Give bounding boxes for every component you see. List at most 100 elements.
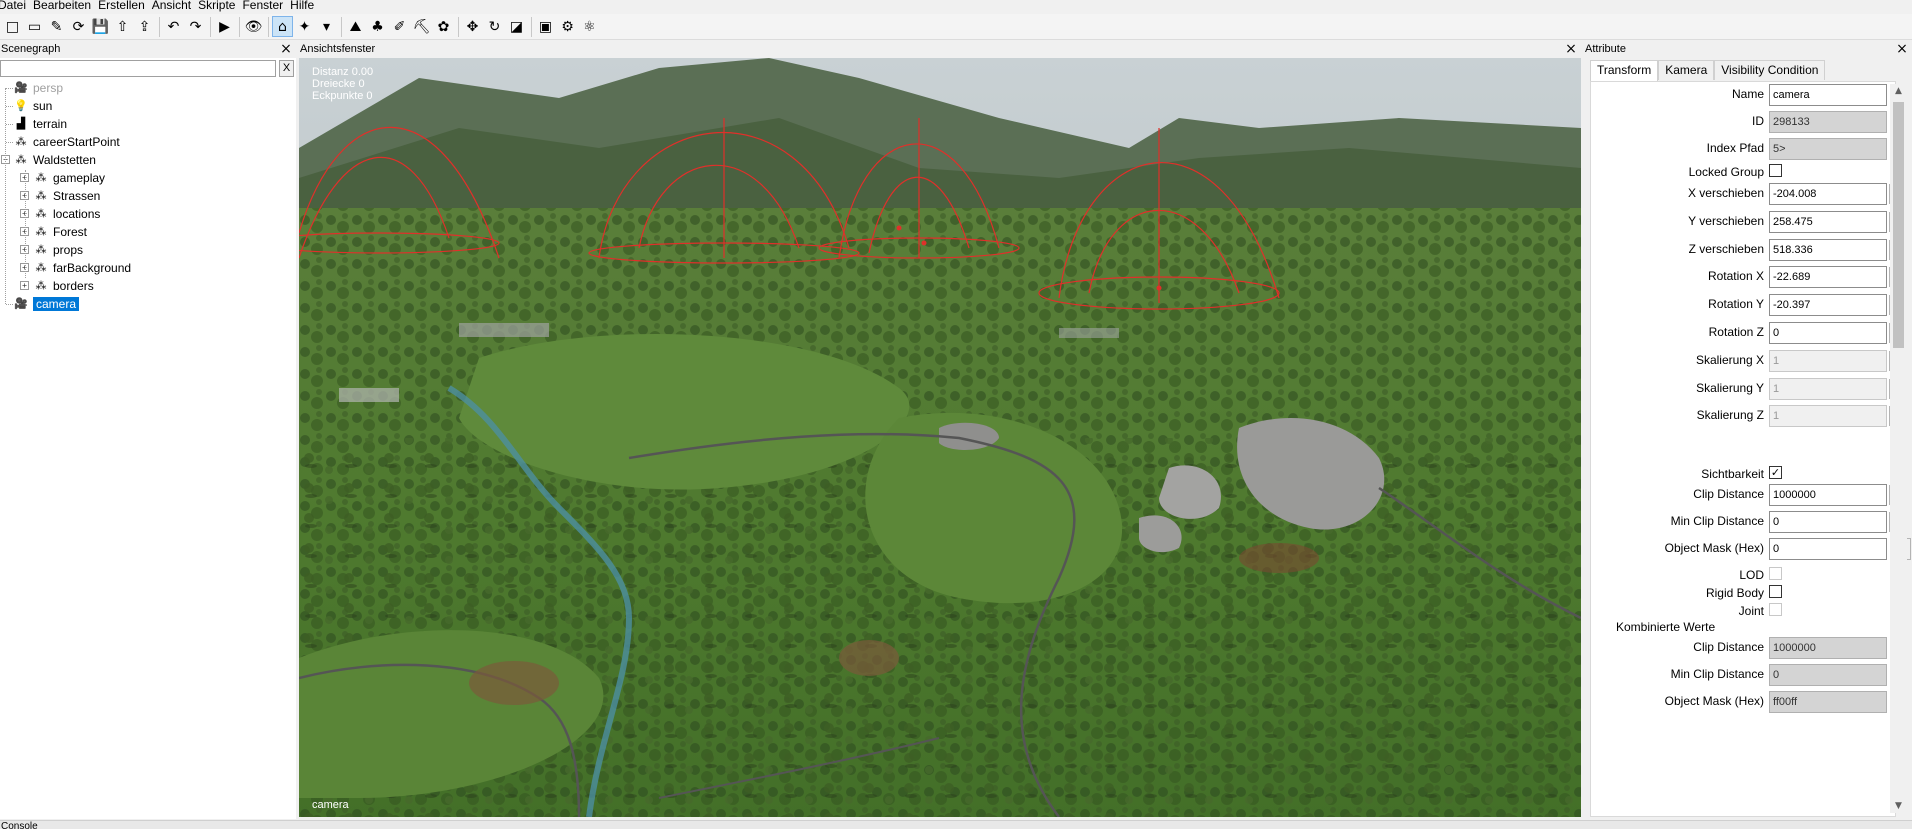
skalierung-x-field[interactable]: 1 — [1769, 350, 1887, 372]
tree-node-gameplay[interactable]: ⁂ gameplay — [33, 169, 106, 186]
tree-node-forest[interactable]: ⁂ Forest — [33, 223, 88, 240]
tree-node-strassen[interactable]: ⁂ Strassen — [33, 187, 101, 204]
locked-group-checkbox[interactable] — [1769, 164, 1782, 177]
gear-tool-icon[interactable]: ⚙ — [557, 16, 578, 37]
dropdown-arrow-icon[interactable]: ▾ — [316, 16, 337, 37]
visibility-eye-icon[interactable]: 👁 — [243, 16, 264, 37]
export-icon[interactable]: ⇧ — [112, 16, 133, 37]
play-icon[interactable]: ▶ — [214, 16, 235, 37]
edit-file-icon[interactable]: ✎ — [46, 16, 67, 37]
placement-paint-icon[interactable]: ✿ — [433, 16, 454, 37]
tree-connector — [5, 88, 6, 304]
x-verschieben-field[interactable]: -204.008 — [1769, 183, 1887, 205]
save-icon[interactable]: 💾 — [90, 16, 111, 37]
3d-viewport[interactable]: Distanz 0.00 Dreiecke 0 Eckpunkte 0 came… — [299, 58, 1581, 817]
tree-node-label[interactable]: borders — [53, 279, 94, 293]
reload-icon[interactable]: ⟳ — [68, 16, 89, 37]
viewport-close-icon[interactable]: × — [1564, 41, 1578, 58]
decal-paint-icon[interactable]: ✐ — [389, 16, 410, 37]
visibility-label: Sichtbarkeit — [1701, 467, 1764, 481]
main-toolbar: □ ▭ ✎ ⟳ 💾 ⇧ ⇪ ↶ ↷ ▶ 👁 ⌂ ✦ ▾ ⛰ ♣ ✐ ⛏ ✿ ✥ ↻ ◪ ▣ ⚙ ⚛ — [0, 14, 1912, 40]
scroll-up-icon[interactable]: ▲ — [1890, 84, 1907, 98]
tree-node-locations[interactable]: ⁂ locations — [33, 205, 101, 222]
row-index-path: Index Pfad 5> — [1591, 138, 1897, 160]
foliage-paint-icon[interactable]: ♣ — [367, 16, 388, 37]
object-mask-field[interactable]: 0 — [1769, 538, 1887, 560]
tree-node-terrain[interactable]: ▟ terrain — [13, 115, 67, 132]
menu-fenster[interactable]: Fenster — [242, 0, 290, 12]
scroll-down-icon[interactable]: ▼ — [1890, 799, 1907, 813]
menu-erstellen[interactable]: Erstellen — [98, 0, 152, 12]
tab-visibility-condition[interactable]: Visibility Condition — [1714, 60, 1826, 80]
tab-transform[interactable]: Transform — [1590, 60, 1659, 81]
tree-node-label[interactable]: Waldstetten — [33, 153, 96, 167]
tree-node-persp[interactable]: 🎥 persp — [13, 79, 63, 96]
rotation-y-field[interactable]: -20.397 — [1769, 294, 1887, 316]
attribute-close-icon[interactable]: × — [1895, 41, 1909, 58]
visibility-checkbox[interactable]: ✓ — [1769, 466, 1782, 479]
terrain-paint-icon[interactable]: ⛰ — [345, 16, 366, 37]
menu-datei[interactable]: Datei — [0, 0, 33, 12]
console-panel-title[interactable]: Console — [0, 820, 1912, 829]
rigid-body-checkbox[interactable] — [1769, 585, 1782, 598]
open-file-icon[interactable]: ▭ — [24, 16, 45, 37]
toolbar-separator — [159, 16, 160, 37]
attribute-scrollbar[interactable]: ▲ ▼ — [1890, 84, 1907, 813]
row-y-verschieben: Y verschieben258.475◂▸ — [1591, 211, 1904, 233]
tree-node-careerstartpoint[interactable]: ⁂ careerStartPoint — [13, 133, 120, 150]
tree-node-borders[interactable]: ⁂ borders — [33, 277, 94, 294]
tree-node-label[interactable]: sun — [33, 99, 52, 113]
undo-icon[interactable]: ↶ — [163, 16, 184, 37]
terrain-sculpt-icon[interactable]: ⛏ — [411, 16, 432, 37]
rotate-tool-icon[interactable]: ↻ — [484, 16, 505, 37]
scenegraph-search-clear-button[interactable]: X — [279, 60, 294, 77]
tree-node-label[interactable]: terrain — [33, 117, 67, 131]
settings-cog-icon[interactable]: ⚛ — [579, 16, 600, 37]
menu-hilfe[interactable]: Hilfe — [290, 0, 321, 12]
name-field[interactable]: camera — [1769, 84, 1887, 106]
tree-node-sun[interactable]: 💡 sun — [13, 97, 52, 114]
tree-node-props[interactable]: ⁂ props — [33, 241, 84, 258]
menu-bearbeiten[interactable]: Bearbeiten — [33, 0, 98, 12]
scroll-thumb[interactable] — [1893, 102, 1904, 348]
tree-node-farbackground[interactable]: ⁂ farBackground — [33, 259, 132, 276]
paint-tool-icon[interactable]: ✦ — [294, 16, 315, 37]
row-skalierung-x: Skalierung X1◂▸ — [1591, 350, 1904, 372]
tree-node-camera[interactable]: 🎥 camera — [13, 295, 80, 312]
skalierung-z-field[interactable]: 1 — [1769, 405, 1887, 427]
skalierung-y-field[interactable]: 1 — [1769, 378, 1887, 400]
tree-node-label[interactable]: farBackground — [53, 261, 131, 275]
rotation-z-field[interactable]: 0 — [1769, 322, 1887, 344]
z-verschieben-field[interactable]: 518.336 — [1769, 239, 1887, 261]
tree-node-label[interactable]: Forest — [53, 225, 87, 239]
tree-node-waldstetten[interactable]: ⁂ Waldstetten — [13, 151, 96, 168]
import-icon[interactable]: ⇪ — [134, 16, 155, 37]
menu-skripte[interactable]: Skripte — [198, 0, 242, 12]
expand-icon[interactable]: + — [20, 281, 29, 290]
min-clip-distance-field[interactable]: 0 — [1769, 511, 1887, 533]
move-tool-icon[interactable]: ✥ — [462, 16, 483, 37]
y-verschieben-field[interactable]: 258.475 — [1769, 211, 1887, 233]
select-mode-icon[interactable]: ⌂ — [272, 16, 293, 37]
transform-group-icon: ⁂ — [35, 225, 47, 238]
tree-node-label[interactable]: locations — [53, 207, 100, 221]
combined-object-mask-label: Object Mask (Hex) — [1664, 694, 1764, 708]
tree-node-label[interactable]: persp — [33, 81, 63, 95]
tree-node-label[interactable]: careerStartPoint — [33, 135, 120, 149]
row-rigid-body: Rigid Body — [1591, 583, 1897, 601]
tree-node-label[interactable]: gameplay — [53, 171, 105, 185]
scenegraph-close-icon[interactable]: × — [279, 41, 293, 58]
rotation-y-label: Rotation Y — [1708, 297, 1764, 311]
tab-kamera[interactable]: Kamera — [1658, 60, 1715, 80]
scenegraph-search-input[interactable] — [0, 60, 276, 77]
tree-node-label[interactable]: Strassen — [53, 189, 100, 203]
redo-icon[interactable]: ↷ — [185, 16, 206, 37]
menu-ansicht[interactable]: Ansicht — [152, 0, 198, 12]
scale-tool-icon[interactable]: ◪ — [506, 16, 527, 37]
rotation-x-field[interactable]: -22.689 — [1769, 266, 1887, 288]
cube-icon[interactable]: ▣ — [535, 16, 556, 37]
clip-distance-field[interactable]: 1000000 — [1769, 484, 1887, 506]
tree-node-label[interactable]: camera — [33, 296, 80, 311]
new-file-icon[interactable]: □ — [2, 16, 23, 37]
tree-node-label[interactable]: props — [53, 243, 83, 257]
